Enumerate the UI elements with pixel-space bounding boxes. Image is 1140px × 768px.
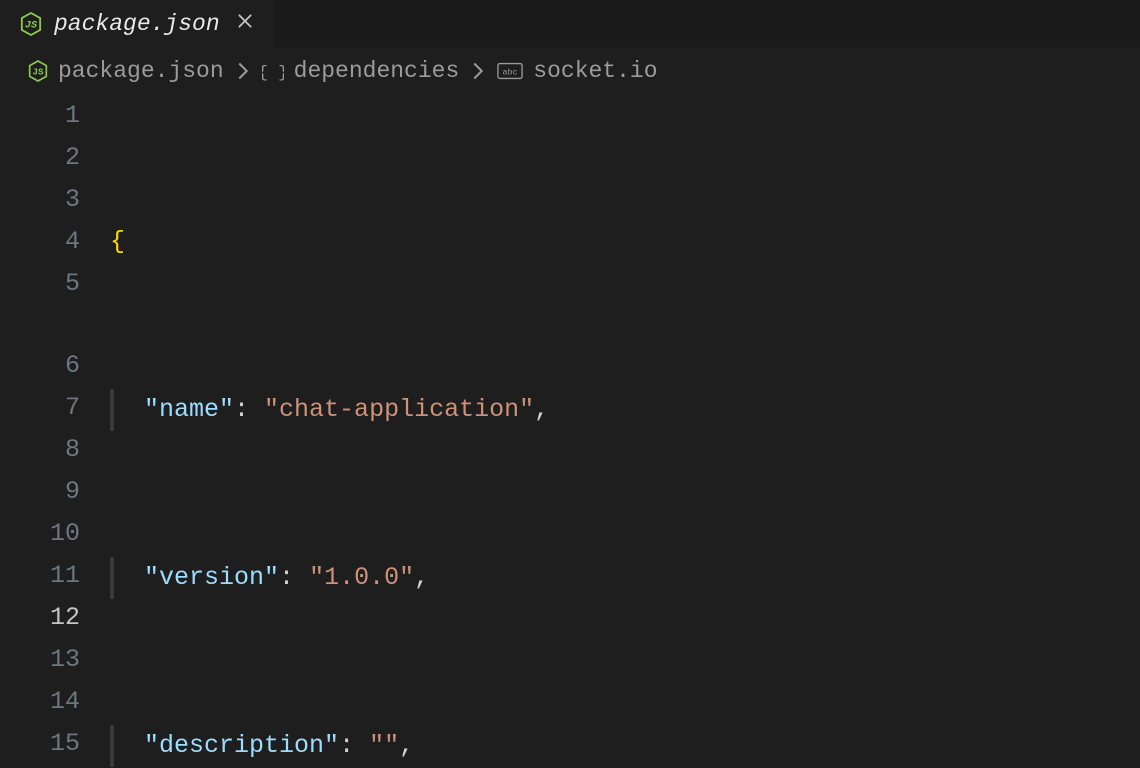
line-number: 8 <box>0 429 80 471</box>
breadcrumb-socketio[interactable]: abc socket.io <box>497 58 657 84</box>
string-symbol-icon: abc <box>497 62 523 80</box>
line-number: 13 <box>0 639 80 681</box>
line-number: 7 <box>0 387 80 429</box>
breadcrumb-file-label: package.json <box>58 58 224 84</box>
nodejs-icon: JS <box>20 12 42 36</box>
line-number: 3 <box>0 179 80 221</box>
line-number: 9 <box>0 471 80 513</box>
tab-label: package.json <box>54 11 220 37</box>
line-number: 6 <box>0 345 80 387</box>
tab-package-json[interactable]: JS package.json <box>0 0 274 47</box>
tab-bar: JS package.json <box>0 0 1140 47</box>
close-icon[interactable] <box>232 10 258 39</box>
chevron-right-icon <box>236 61 250 81</box>
line-number: 10 <box>0 513 80 555</box>
svg-text:JS: JS <box>33 66 44 77</box>
line-number: 11 <box>0 555 80 597</box>
breadcrumb-file[interactable]: JS package.json <box>28 58 224 84</box>
line-number: 14 <box>0 681 80 723</box>
code-line[interactable]: "name": "chat-application", <box>110 389 1140 431</box>
braces-icon: { } <box>262 61 284 81</box>
line-number: 12 <box>0 597 80 639</box>
breadcrumb: JS package.json { } dependencies abc soc… <box>0 47 1140 95</box>
breadcrumb-socketio-label: socket.io <box>533 58 657 84</box>
code-line[interactable]: "version": "1.0.0", <box>110 557 1140 599</box>
breadcrumb-dependencies-label: dependencies <box>294 58 460 84</box>
breadcrumb-dependencies[interactable]: { } dependencies <box>262 58 460 84</box>
svg-text:abc: abc <box>503 68 518 78</box>
svg-text:JS: JS <box>25 21 37 32</box>
chevron-right-icon <box>471 61 485 81</box>
line-number: 5 <box>0 263 80 305</box>
code-line[interactable]: "description": "", <box>110 725 1140 767</box>
svg-text:{ }: { } <box>262 64 284 81</box>
line-number: 1 <box>0 95 80 137</box>
nodejs-icon: JS <box>28 60 48 82</box>
line-number: 2 <box>0 137 80 179</box>
line-number: 4 <box>0 221 80 263</box>
code-line[interactable]: { <box>110 221 1140 263</box>
code-editor[interactable]: 1 2 3 4 5 6 7 8 9 10 11 12 13 14 15 { "n… <box>0 95 1140 768</box>
line-number-gutter: 1 2 3 4 5 6 7 8 9 10 11 12 13 14 15 <box>0 95 110 768</box>
line-number: 15 <box>0 723 80 765</box>
code-content[interactable]: { "name": "chat-application", "version":… <box>110 95 1140 768</box>
